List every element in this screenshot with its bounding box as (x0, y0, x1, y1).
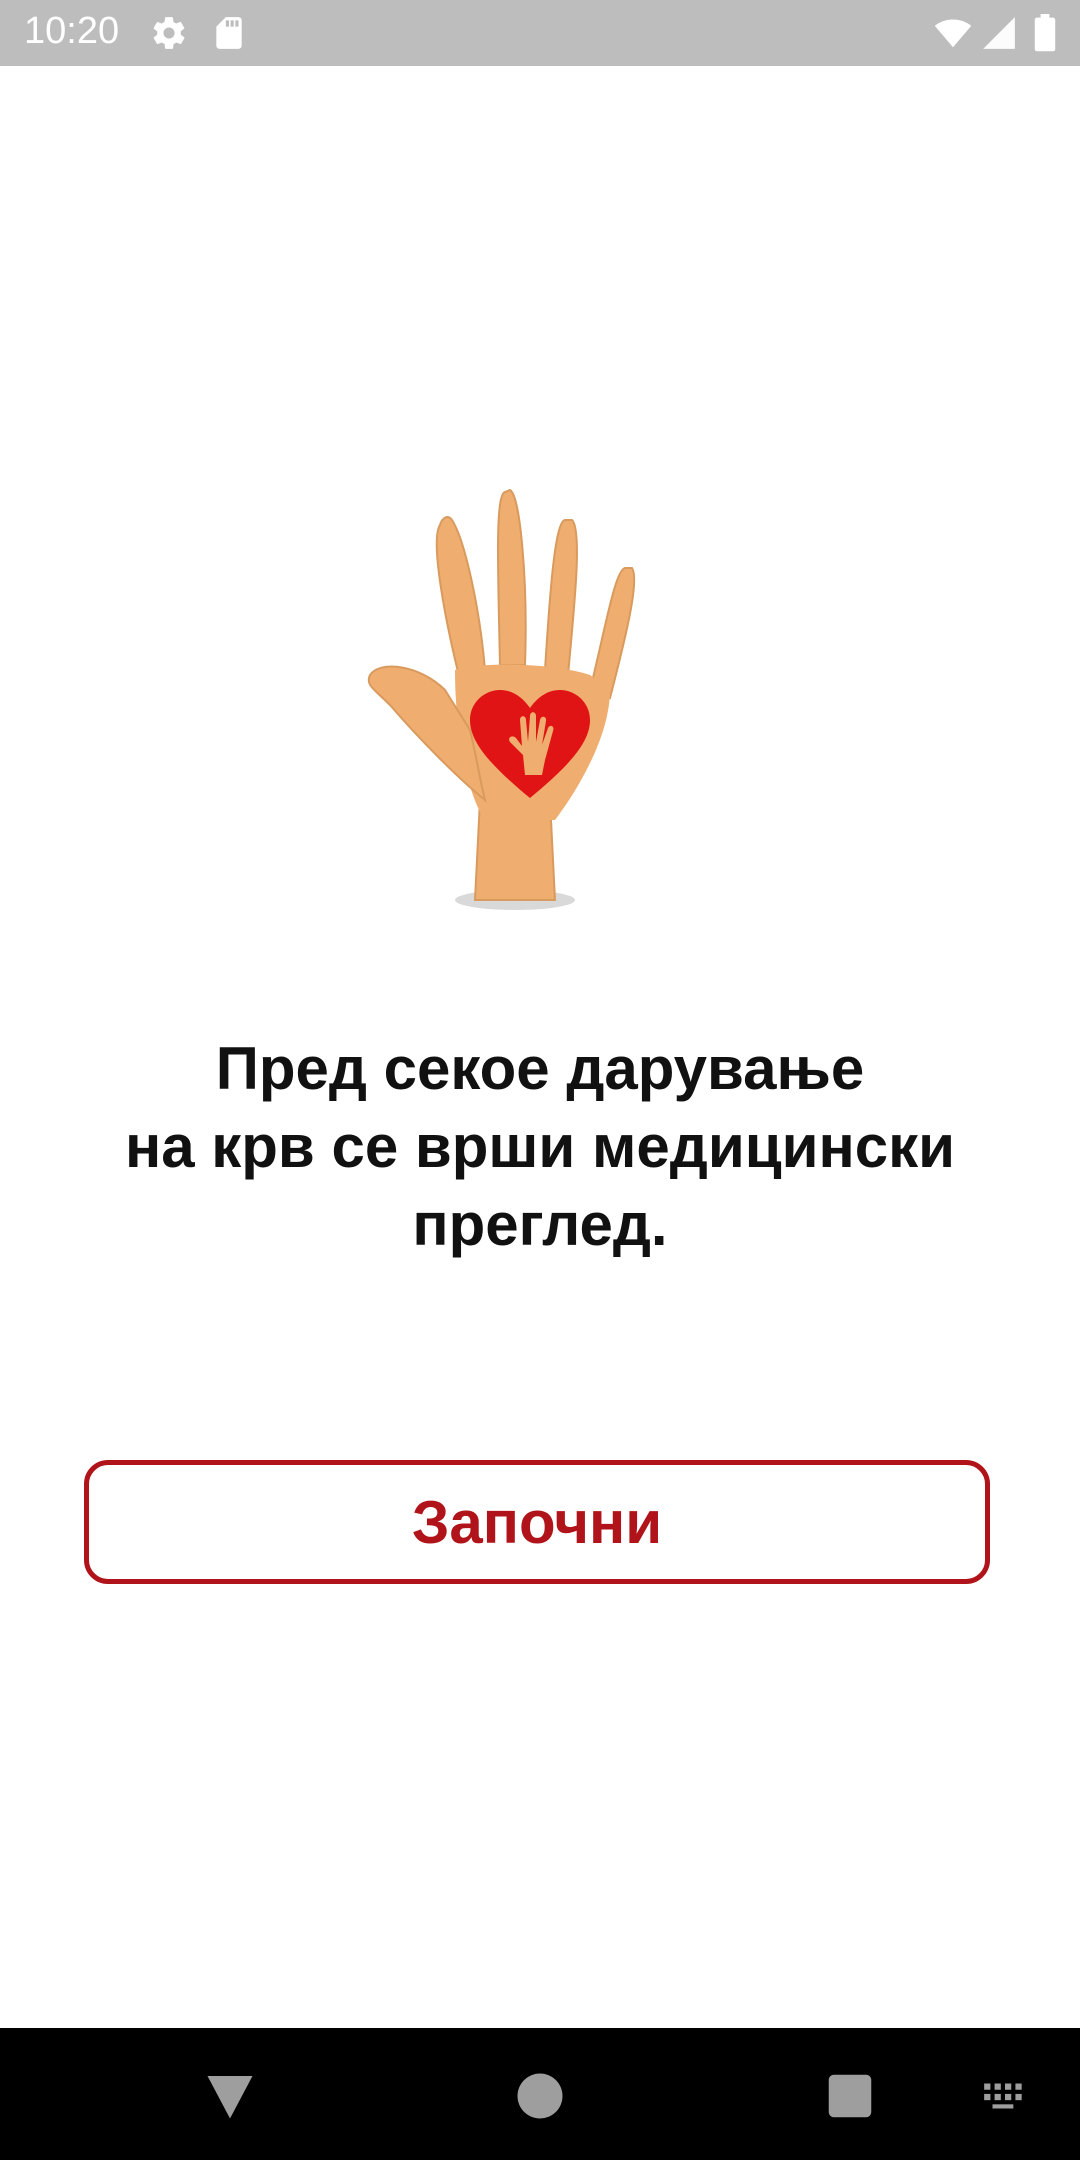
home-icon[interactable] (510, 2066, 570, 2126)
status-bar: 10:20 (0, 0, 1080, 66)
wifi-icon (934, 19, 972, 48)
keyboard-icon[interactable] (980, 2066, 1030, 2126)
gear-icon (153, 17, 185, 49)
app-screen: 10:20 Пред секое дарување на крв се врши… (0, 0, 1080, 2160)
sd-card-icon (216, 17, 242, 49)
signal-icon (983, 17, 1015, 49)
start-button[interactable]: Започни (84, 1460, 990, 1584)
battery-icon (1034, 14, 1056, 52)
info-message: Пред секое дарување на крв се врши медиц… (124, 1035, 956, 1258)
back-icon[interactable] (200, 2066, 260, 2126)
hand-with-heart-icon (367, 488, 636, 910)
navigation-bar (0, 2028, 1080, 2160)
start-button-label: Започни (411, 1488, 663, 1556)
status-time: 10:20 (24, 10, 120, 52)
recents-icon[interactable] (820, 2066, 880, 2126)
